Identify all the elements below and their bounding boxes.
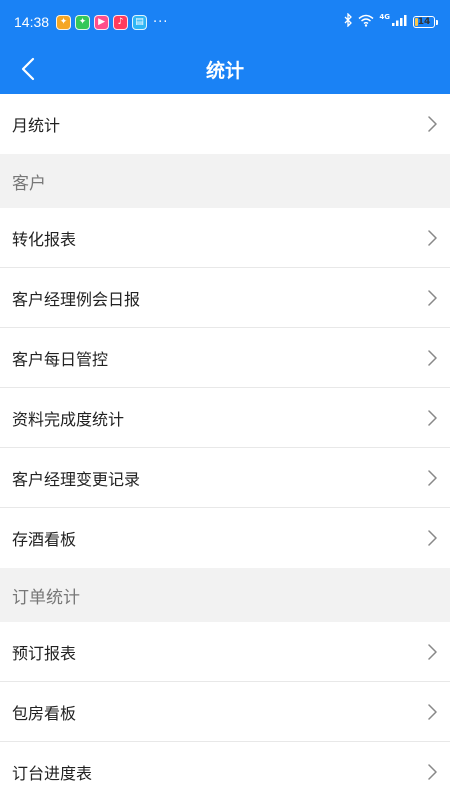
battery-cap [436,19,438,25]
chevron-left-icon [21,57,35,81]
list-item-wine-storage-board[interactable]: 存酒看板 [0,508,450,568]
list-item-daily-control[interactable]: 客户每日管控 [0,328,450,388]
battery-level: 14 [417,17,431,27]
battery-body: 14 [413,16,435,28]
list-item-label: 客户每日管控 [12,349,109,369]
message-app-icon: ▤ [132,14,148,30]
status-time: 14:38 [14,14,50,30]
more-notifications-indicator: ··· [153,14,169,30]
chevron-right-icon [428,643,437,660]
list-item-label: 包房看板 [12,703,77,723]
nav-bar: 统计 [0,44,450,94]
list-item-booking-report[interactable]: 预订报表 [0,622,450,682]
statistics-screen: 14:38 ✦ ✦ ▶ ♪ ▤ ··· 4G 14 统计 月统计 客户 转化报表… [0,0,450,800]
list-item-manager-meeting-report[interactable]: 客户经理例会日报 [0,268,450,328]
bluetooth-icon [344,12,353,31]
section-header-customer: 客户 [0,154,450,208]
chevron-right-icon [428,349,437,366]
list-item-label: 订台进度表 [12,764,93,783]
status-right: 4G 14 [344,12,438,31]
list-item-profile-completion[interactable]: 资料完成度统计 [0,388,450,448]
list-item-label: 客户经理变更记录 [12,469,141,489]
video-app-icon: ▶ [94,14,110,30]
list-item-manager-change-log[interactable]: 客户经理变更记录 [0,448,450,508]
chevron-right-icon [428,764,437,780]
chevron-right-icon [428,469,437,486]
chevron-right-icon [428,229,437,246]
page-title: 统计 [205,59,244,82]
list-item-label: 月统计 [12,116,61,135]
list-item-table-booking-progress[interactable]: 订台进度表 [0,742,450,800]
chevron-right-icon [428,289,437,306]
list-item-label: 转化报表 [12,229,77,249]
list-item-conversion-report[interactable]: 转化报表 [0,208,450,268]
status-left: 14:38 ✦ ✦ ▶ ♪ ▤ ··· [14,14,168,30]
wifi-icon [358,14,374,31]
section-header-orders: 订单统计 [0,568,450,622]
list-item-label: 资料完成度统计 [12,409,125,429]
list-item-label: 客户经理例会日报 [12,289,141,309]
list-item-monthly-stats[interactable]: 月统计 [0,94,450,154]
chevron-right-icon [428,703,437,720]
back-button[interactable] [10,44,46,94]
music-app-icon: ♪ [113,14,129,30]
list-item-label: 存酒看板 [12,530,77,549]
app-notification-icon: ✦ [56,14,72,30]
status-bar: 14:38 ✦ ✦ ▶ ♪ ▤ ··· 4G 14 [0,0,450,44]
list-item-private-room-board[interactable]: 包房看板 [0,682,450,742]
app-notification-icon: ✦ [75,14,91,30]
signal-icon [392,14,408,30]
chevron-right-icon [428,409,437,426]
network-type-label: 4G [379,13,390,21]
chevron-right-icon [428,116,437,132]
list-item-label: 预订报表 [12,643,77,663]
chevron-right-icon [428,530,437,546]
battery-icon: 14 [413,16,438,28]
